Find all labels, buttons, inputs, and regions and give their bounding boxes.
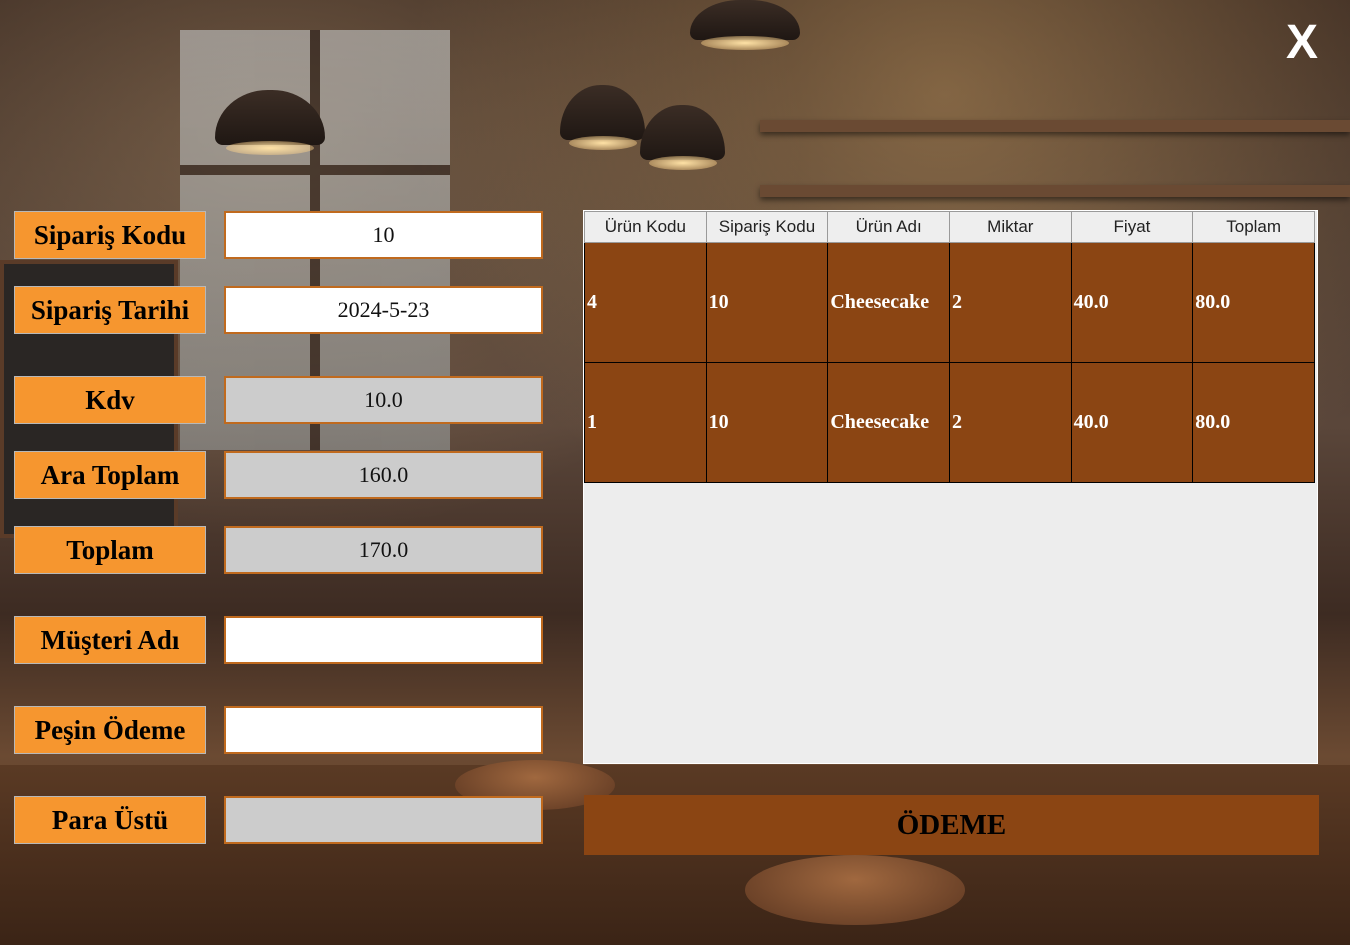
bg-shelf [760, 185, 1350, 197]
table-cell[interactable]: 2 [948, 362, 1072, 483]
order-table[interactable]: Ürün Kodu Sipariş Kodu Ürün Adı Miktar F… [583, 210, 1318, 764]
column-header-fiyat[interactable]: Fiyat [1070, 211, 1194, 243]
siparis-tarihi-label: Sipariş Tarihi [14, 286, 206, 334]
close-button[interactable]: X [1280, 18, 1324, 68]
pesin-odeme-field[interactable] [224, 706, 543, 754]
table-row[interactable]: 4 10 Cheesecake 2 40.0 80.0 [584, 242, 1315, 363]
ara-toplam-field[interactable] [224, 451, 543, 499]
table-cell[interactable]: Cheesecake [827, 242, 950, 363]
table-cell[interactable]: 80.0 [1192, 362, 1315, 483]
kdv-field[interactable] [224, 376, 543, 424]
para-ustu-field[interactable] [224, 796, 543, 844]
siparis-tarihi-field[interactable] [224, 286, 543, 334]
toplam-field[interactable] [224, 526, 543, 574]
bg-stool [745, 855, 965, 925]
bg-shelf [760, 120, 1350, 132]
table-cell[interactable]: Cheesecake [827, 362, 950, 483]
table-cell[interactable]: 10 [705, 242, 829, 363]
musteri-adi-label: Müşteri Adı [14, 616, 206, 664]
table-cell[interactable]: 80.0 [1192, 242, 1315, 363]
siparis-kodu-label: Sipariş Kodu [14, 211, 206, 259]
toplam-label: Toplam [14, 526, 206, 574]
column-header-toplam[interactable]: Toplam [1192, 211, 1315, 243]
column-header-siparis-kodu[interactable]: Sipariş Kodu [705, 211, 829, 243]
table-cell[interactable]: 2 [948, 242, 1072, 363]
table-cell[interactable]: 4 [584, 242, 707, 363]
table-cell[interactable]: 10 [705, 362, 829, 483]
bg-lamp [560, 85, 645, 150]
bg-lamp [690, 0, 800, 50]
bg-lamp [640, 105, 725, 170]
table-header-row: Ürün Kodu Sipariş Kodu Ürün Adı Miktar F… [584, 211, 1315, 243]
bg-floor [0, 765, 1350, 945]
table-row[interactable]: 1 10 Cheesecake 2 40.0 80.0 [584, 362, 1315, 483]
kdv-label: Kdv [14, 376, 206, 424]
table-cell[interactable]: 40.0 [1070, 362, 1194, 483]
column-header-urun-kodu[interactable]: Ürün Kodu [584, 211, 707, 243]
table-cell[interactable]: 1 [584, 362, 707, 483]
odeme-button[interactable]: ÖDEME [584, 795, 1319, 855]
musteri-adi-field[interactable] [224, 616, 543, 664]
para-ustu-label: Para Üstü [14, 796, 206, 844]
column-header-urun-adi[interactable]: Ürün Adı [827, 211, 950, 243]
ara-toplam-label: Ara Toplam [14, 451, 206, 499]
table-cell[interactable]: 40.0 [1070, 242, 1194, 363]
pesin-odeme-label: Peşin Ödeme [14, 706, 206, 754]
siparis-kodu-field[interactable] [224, 211, 543, 259]
column-header-miktar[interactable]: Miktar [948, 211, 1072, 243]
